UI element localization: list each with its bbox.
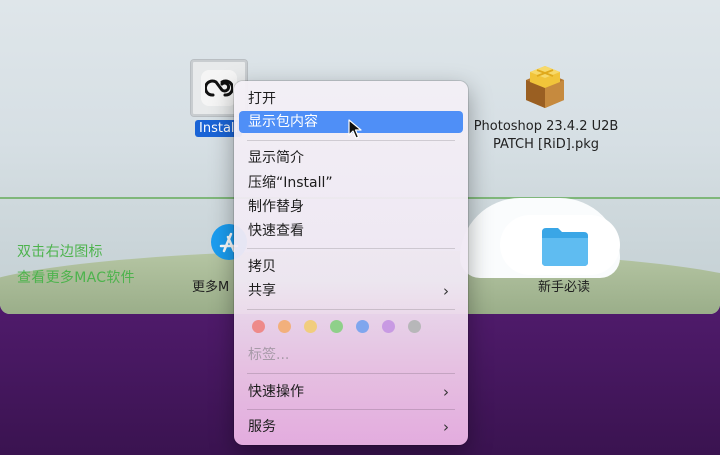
- menu-item-copy[interactable]: 拷贝: [239, 256, 463, 278]
- menu-item-services-label: 服务: [248, 419, 276, 435]
- creative-cloud-logo: [201, 70, 237, 106]
- photoshop-label-line2: PATCH [RiD].pkg: [492, 137, 600, 152]
- menu-item-quick-look[interactable]: 快速查看: [239, 220, 463, 242]
- menu-item-get-info[interactable]: 显示简介: [239, 147, 463, 169]
- chevron-right-icon: ›: [443, 418, 449, 436]
- menu-item-quick-actions[interactable]: 快速操作 ›: [239, 381, 463, 403]
- menu-item-open[interactable]: 打开: [239, 88, 463, 110]
- tag-orange-dot[interactable]: [278, 320, 291, 333]
- tag-gray-dot[interactable]: [408, 320, 421, 333]
- tag-color-row: [252, 320, 452, 333]
- cursor-icon: [348, 119, 362, 143]
- folder-icon[interactable]: [540, 224, 590, 268]
- tag-red-dot[interactable]: [252, 320, 265, 333]
- menu-item-services[interactable]: 服务 ›: [239, 416, 463, 438]
- menu-item-tags[interactable]: 标签...: [239, 344, 463, 366]
- tag-green-dot[interactable]: [330, 320, 343, 333]
- menu-separator: [247, 309, 455, 310]
- photoshop-file-label[interactable]: Photoshop 23.4.2 U2B PATCH [RiD].pkg: [466, 118, 626, 154]
- menu-item-make-alias[interactable]: 制作替身: [239, 196, 463, 218]
- tag-blue-dot[interactable]: [356, 320, 369, 333]
- tag-yellow-dot[interactable]: [304, 320, 317, 333]
- photoshop-label-line1: Photoshop 23.4.2 U2B: [473, 119, 619, 134]
- menu-item-share-label: 共享: [248, 283, 276, 299]
- promo-text-1: 双击右边图标: [17, 244, 103, 260]
- menu-item-share[interactable]: 共享 ›: [239, 280, 463, 302]
- menu-item-compress[interactable]: 压缩“Install”: [239, 172, 463, 194]
- menu-item-quick-actions-label: 快速操作: [248, 384, 304, 400]
- tag-purple-dot[interactable]: [382, 320, 395, 333]
- promo-text-2: 查看更多MAC软件: [17, 270, 135, 286]
- menu-separator: [247, 409, 455, 410]
- more-apps-label[interactable]: 更多M: [192, 279, 229, 297]
- chevron-right-icon: ›: [443, 383, 449, 401]
- menu-separator: [247, 373, 455, 374]
- menu-separator: [247, 248, 455, 249]
- package-icon[interactable]: [520, 62, 570, 110]
- chevron-right-icon: ›: [443, 282, 449, 300]
- readme-folder-label[interactable]: 新手必读: [538, 279, 590, 297]
